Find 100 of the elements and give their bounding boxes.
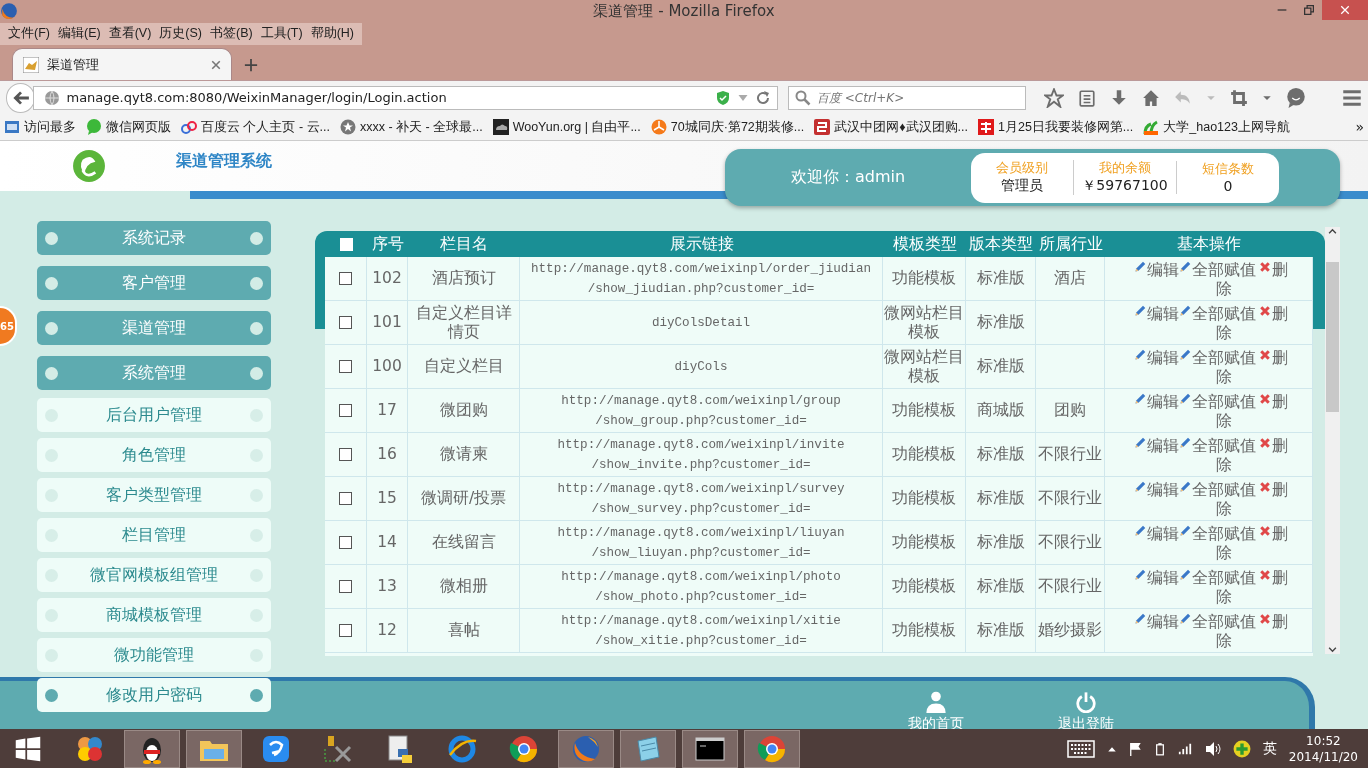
- bookmark[interactable]: WooYun.org | 自由平...: [492, 118, 641, 136]
- leaf-icon: [1143, 119, 1160, 135]
- checkbox[interactable]: [339, 272, 352, 285]
- action-link[interactable]: 编辑: [1133, 613, 1179, 632]
- crop-icon[interactable]: [1230, 88, 1248, 107]
- menu-item[interactable]: 工具(T): [256, 25, 307, 42]
- download-icon[interactable]: [1110, 88, 1128, 107]
- checkbox[interactable]: [339, 492, 352, 505]
- action-link[interactable]: 编辑: [1133, 393, 1179, 412]
- keyboard-icon[interactable]: [1066, 740, 1095, 758]
- checkbox[interactable]: [339, 404, 352, 417]
- shield-plus-icon[interactable]: [1232, 740, 1251, 758]
- action-link[interactable]: 删: [1258, 481, 1288, 500]
- app-icon[interactable]: [260, 733, 292, 765]
- bookmark[interactable]: 微信网页版: [86, 118, 171, 136]
- scrollbar[interactable]: [1325, 227, 1340, 654]
- action-link[interactable]: 删: [1258, 261, 1288, 280]
- action-link[interactable]: 全部赋值除: [1178, 349, 1259, 387]
- action-link[interactable]: 删: [1258, 349, 1288, 368]
- menu-item[interactable]: 书签(B): [206, 25, 257, 42]
- action-link[interactable]: 编辑: [1133, 349, 1179, 368]
- bookmark[interactable]: 大学_hao123上网导航: [1143, 118, 1290, 136]
- bookmark[interactable]: xxxx - 补天 - 全球最...: [340, 118, 483, 136]
- action-link[interactable]: 编辑: [1133, 437, 1179, 456]
- action-link[interactable]: 全部赋值除: [1178, 525, 1259, 563]
- action-link[interactable]: 全部赋值除: [1178, 261, 1259, 299]
- globe-icon: [44, 89, 61, 106]
- signal-icon[interactable]: [1176, 742, 1193, 756]
- table-cell: 标准版: [976, 577, 1025, 596]
- browser-icon[interactable]: [446, 733, 478, 765]
- action-link[interactable]: 删: [1258, 305, 1288, 324]
- battery-icon[interactable]: [1154, 741, 1165, 757]
- clipboard-icon[interactable]: [1078, 88, 1096, 107]
- table-cell: 微团购: [439, 401, 488, 420]
- menu-item[interactable]: 编辑(E): [53, 25, 105, 42]
- menu-icon[interactable]: [1342, 87, 1362, 108]
- bookmark[interactable]: 武汉中团网♦武汉团购...: [814, 118, 968, 136]
- flag-icon[interactable]: [1128, 742, 1143, 756]
- checkbox[interactable]: [339, 316, 352, 329]
- sidebar-item[interactable]: 栏目管理: [37, 518, 271, 552]
- action-link[interactable]: 编辑: [1133, 261, 1179, 280]
- table-cell: 标准版: [976, 313, 1025, 332]
- back-button[interactable]: [6, 82, 36, 113]
- sidebar-item[interactable]: 商城模板管理: [37, 598, 271, 632]
- action-link[interactable]: 编辑: [1133, 569, 1179, 588]
- menu-item[interactable]: 历史(S): [155, 25, 206, 42]
- windows-icon[interactable]: [14, 735, 42, 763]
- menu-item[interactable]: 文件(F): [4, 25, 54, 42]
- action-link[interactable]: 删: [1258, 393, 1288, 412]
- bookmark[interactable]: 1月25日我要装修网第...: [978, 118, 1134, 136]
- sidebar-item[interactable]: 客户类型管理: [37, 478, 271, 512]
- bookmark[interactable]: 百度云 个人主页 - 云...: [181, 118, 330, 136]
- action-link[interactable]: 全部赋值除: [1178, 613, 1259, 651]
- action-link[interactable]: 全部赋值除: [1178, 569, 1259, 607]
- close-icon[interactable]: [211, 59, 221, 70]
- input-method[interactable]: 英: [1262, 740, 1277, 758]
- wheel-icon: [650, 119, 667, 135]
- user-icon: [925, 691, 947, 713]
- search-field[interactable]: 百度 <Ctrl+K>: [788, 85, 1026, 110]
- link-text: diyCols: [674, 358, 728, 376]
- star-icon: [340, 119, 356, 135]
- table-cell: 15: [377, 489, 397, 508]
- bookmark[interactable]: 访问最多: [4, 118, 76, 136]
- menu-item[interactable]: 帮助(H): [306, 25, 358, 42]
- bookmark[interactable]: 70城同庆·第72期装修...: [650, 118, 805, 136]
- table-cell: 团购: [1054, 401, 1086, 420]
- address-bar[interactable]: manage.qyt8.com:8080/WeixinManager/login/Login.action: [33, 85, 778, 110]
- home-icon[interactable]: [1142, 88, 1160, 107]
- sidebar-item[interactable]: 修改用户密码: [37, 678, 271, 712]
- action-link[interactable]: 编辑: [1133, 525, 1179, 544]
- action-link[interactable]: 全部赋值除: [1178, 437, 1259, 475]
- clock[interactable]: 10:52 2014/11/20: [1288, 733, 1358, 765]
- sidebar-item[interactable]: 后台用户管理: [37, 398, 271, 432]
- action-link[interactable]: 全部赋值除: [1178, 481, 1259, 519]
- star-icon[interactable]: [1044, 87, 1064, 108]
- browser-tab[interactable]: 渠道管理: [12, 48, 232, 80]
- browser-icon[interactable]: [756, 733, 788, 765]
- action-link[interactable]: 删: [1258, 437, 1288, 456]
- checkbox[interactable]: [339, 448, 352, 461]
- browser-icon[interactable]: [508, 733, 540, 765]
- checkbox[interactable]: [339, 536, 352, 549]
- sidebar-item[interactable]: 微官网模板组管理: [37, 558, 271, 592]
- checkbox[interactable]: [339, 580, 352, 593]
- action-link[interactable]: 全部赋值除: [1178, 393, 1259, 431]
- speaker-icon[interactable]: [1204, 741, 1221, 757]
- sidebar-item[interactable]: 角色管理: [37, 438, 271, 472]
- action-link[interactable]: 删: [1258, 569, 1288, 588]
- action-link[interactable]: 删: [1258, 613, 1288, 632]
- menu-item[interactable]: 查看(V): [104, 25, 156, 42]
- action-link[interactable]: 删: [1258, 525, 1288, 544]
- checkbox[interactable]: [339, 624, 352, 637]
- pencil-icon: [1133, 349, 1146, 361]
- more-bookmarks[interactable]: »: [1355, 119, 1364, 135]
- checkbox[interactable]: [339, 360, 352, 373]
- sidebar-item[interactable]: 微功能管理: [37, 638, 271, 672]
- chat-icon[interactable]: [1286, 87, 1306, 108]
- action-link[interactable]: 编辑: [1133, 305, 1179, 324]
- plus-icon[interactable]: [244, 58, 258, 72]
- action-link[interactable]: 编辑: [1133, 481, 1179, 500]
- action-link[interactable]: 全部赋值除: [1178, 305, 1259, 343]
